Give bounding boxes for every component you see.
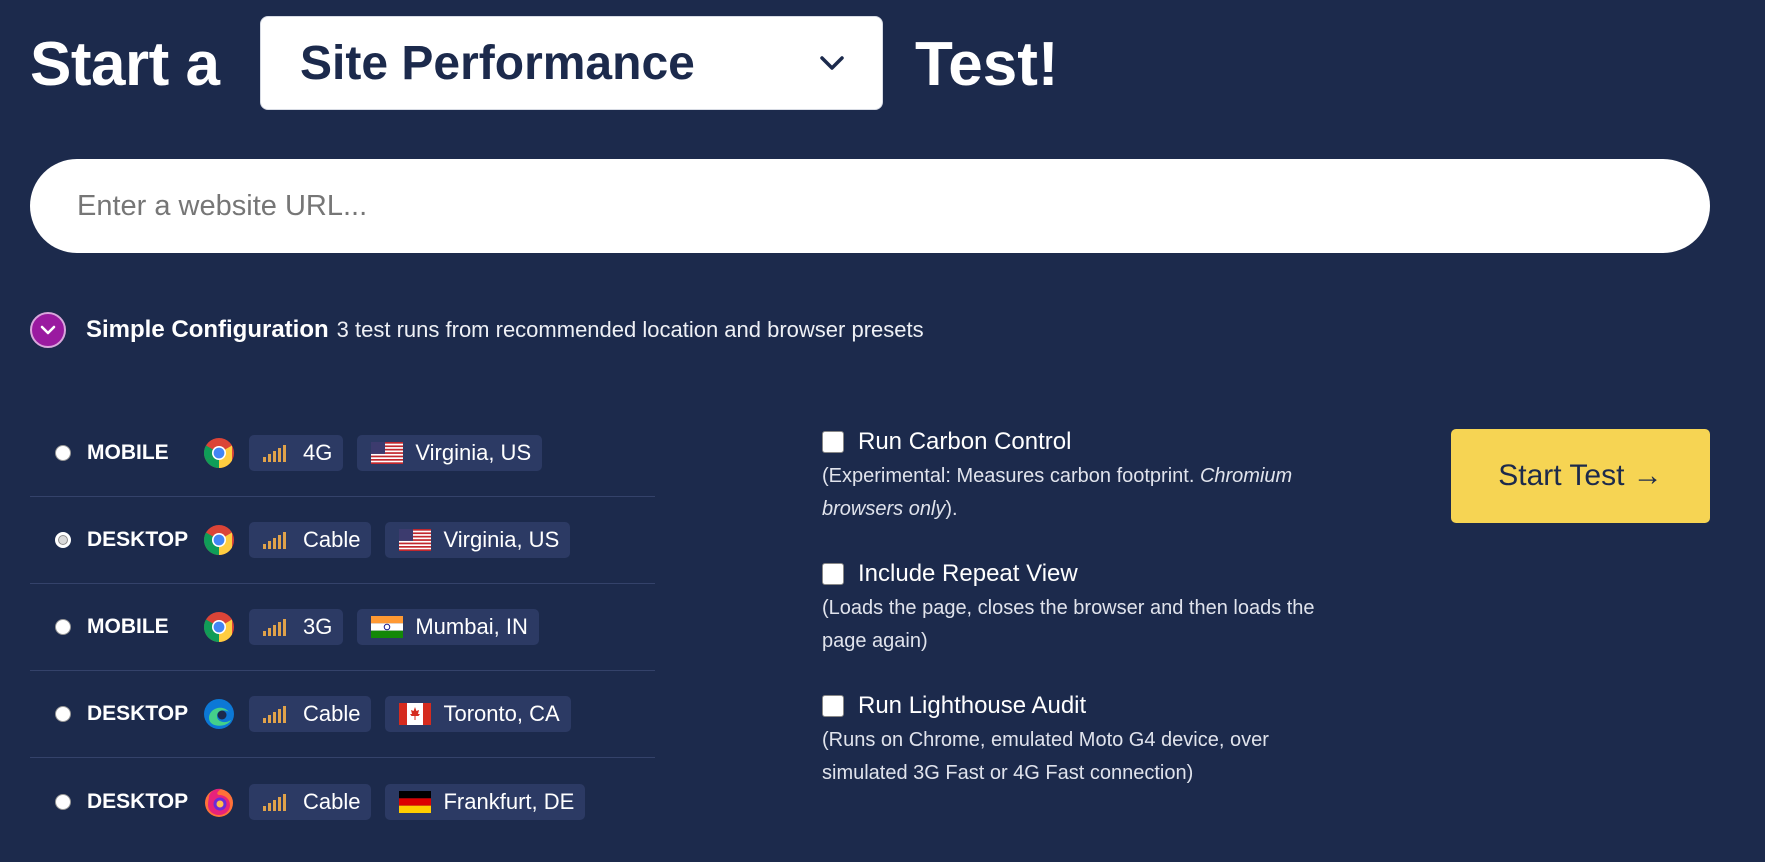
location-pill: Frankfurt, DE bbox=[385, 783, 586, 820]
preset-radio[interactable] bbox=[55, 532, 71, 548]
preset-list: MOBILE 4G Virginia, US DESKTOP Cable Vir… bbox=[30, 410, 655, 845]
device-label: MOBILE bbox=[87, 615, 169, 638]
connection-pill: Cable bbox=[249, 696, 372, 732]
edge-icon bbox=[203, 698, 235, 730]
location-label: Virginia, US bbox=[443, 527, 560, 552]
connection-label: 3G bbox=[303, 614, 333, 639]
heading-suffix: Test! bbox=[915, 29, 1059, 99]
connection-pill: Cable bbox=[249, 783, 372, 820]
location-pill: Virginia, US bbox=[357, 435, 543, 471]
url-input[interactable] bbox=[75, 188, 1659, 224]
us-flag-icon bbox=[399, 529, 431, 551]
us-flag-icon bbox=[371, 442, 403, 464]
in-flag-icon bbox=[371, 616, 403, 638]
signal-icon bbox=[263, 531, 287, 549]
location-label: Frankfurt, DE bbox=[443, 788, 575, 814]
config-toggle-button[interactable] bbox=[30, 312, 66, 348]
de-flag-icon bbox=[399, 791, 431, 813]
lighthouse-label[interactable]: Run Lighthouse Audit bbox=[858, 692, 1086, 720]
preset-row[interactable]: MOBILE 3G Mumbai, IN bbox=[30, 584, 655, 671]
preset-radio[interactable] bbox=[55, 793, 71, 810]
connection-label: 4G bbox=[303, 440, 333, 465]
preset-row[interactable]: DESKTOP Cable Virginia, US bbox=[30, 497, 655, 584]
location-label: Mumbai, IN bbox=[415, 614, 528, 639]
heading-prefix: Start a bbox=[30, 29, 220, 99]
lighthouse-option: Run Lighthouse Audit (Runs on Chrome, em… bbox=[822, 692, 1342, 790]
location-label: Virginia, US bbox=[415, 440, 532, 465]
lighthouse-checkbox[interactable] bbox=[822, 695, 844, 717]
signal-icon bbox=[263, 705, 287, 723]
url-input-container bbox=[30, 159, 1710, 253]
location-pill: Toronto, CA bbox=[385, 696, 571, 732]
location-pill: Virginia, US bbox=[385, 522, 571, 558]
preset-radio[interactable] bbox=[55, 445, 71, 461]
test-type-value: Site Performance bbox=[300, 36, 695, 90]
ca-flag-icon bbox=[399, 703, 431, 725]
test-type-select[interactable]: Site Performance bbox=[260, 16, 883, 110]
connection-label: Cable bbox=[303, 788, 361, 814]
config-title: Simple Configuration bbox=[86, 316, 329, 343]
signal-icon bbox=[263, 618, 287, 636]
preset-row[interactable]: DESKTOP Cable Frankfurt, DE bbox=[30, 758, 655, 845]
preset-row[interactable]: DESKTOP Cable Toronto, CA bbox=[30, 671, 655, 758]
carbon-control-option: Run Carbon Control (Experimental: Measur… bbox=[822, 428, 1342, 526]
device-label: DESKTOP bbox=[87, 789, 189, 813]
carbon-control-label[interactable]: Run Carbon Control bbox=[858, 428, 1071, 456]
chrome-icon bbox=[203, 611, 235, 643]
chrome-icon bbox=[203, 524, 235, 556]
test-options: Run Carbon Control (Experimental: Measur… bbox=[822, 428, 1342, 824]
device-label: MOBILE bbox=[87, 441, 169, 464]
repeat-view-checkbox[interactable] bbox=[822, 563, 844, 585]
carbon-control-checkbox[interactable] bbox=[822, 431, 844, 453]
lighthouse-note: (Runs on Chrome, emulated Moto G4 device… bbox=[822, 729, 1269, 784]
signal-icon bbox=[263, 793, 287, 811]
device-label: DESKTOP bbox=[87, 528, 189, 551]
connection-label: Cable bbox=[303, 527, 361, 552]
carbon-note-suffix: ). bbox=[945, 498, 958, 520]
repeat-view-note: (Loads the page, closes the browser and … bbox=[822, 597, 1315, 652]
simple-configuration: Simple Configuration 3 test runs from re… bbox=[30, 312, 924, 348]
config-description: 3 test runs from recommended location an… bbox=[336, 317, 924, 342]
signal-icon bbox=[263, 444, 287, 462]
page-heading: Start a bbox=[30, 16, 220, 112]
repeat-view-option: Include Repeat View (Loads the page, clo… bbox=[822, 560, 1342, 658]
connection-pill: Cable bbox=[249, 522, 372, 558]
location-pill: Mumbai, IN bbox=[357, 609, 539, 645]
connection-pill: 4G bbox=[249, 435, 344, 471]
connection-pill: 3G bbox=[249, 609, 344, 645]
location-label: Toronto, CA bbox=[443, 701, 560, 726]
chrome-icon bbox=[203, 437, 235, 469]
connection-label: Cable bbox=[303, 701, 361, 726]
device-label: DESKTOP bbox=[87, 702, 189, 725]
start-test-button[interactable]: Start Test → bbox=[1451, 429, 1710, 523]
chevron-down-icon bbox=[820, 56, 844, 70]
preset-row[interactable]: MOBILE 4G Virginia, US bbox=[30, 410, 655, 497]
repeat-view-label[interactable]: Include Repeat View bbox=[858, 560, 1078, 588]
carbon-control-note: (Experimental: Measures carbon footprint… bbox=[822, 460, 1342, 526]
carbon-note-text: (Experimental: Measures carbon footprint… bbox=[822, 465, 1200, 487]
preset-radio[interactable] bbox=[55, 706, 71, 722]
firefox-icon bbox=[203, 786, 235, 818]
preset-radio[interactable] bbox=[55, 619, 71, 635]
chevron-down-icon bbox=[40, 325, 56, 335]
